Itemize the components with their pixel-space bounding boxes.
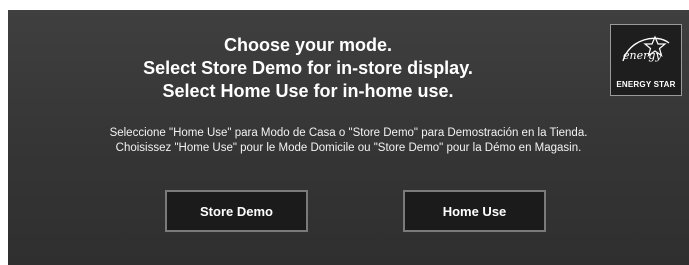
headline-line-1: Choose your mode. — [223, 35, 393, 55]
headline-line-3: Select Home Use for in-home use. — [162, 81, 454, 101]
energy-star-logo: energy ENERGY STAR — [610, 24, 682, 96]
instructions: Seleccione "Home Use" para Modo de Casa … — [8, 126, 689, 156]
headline-line-2: Select Store Demo for in-store display. — [143, 58, 473, 78]
home-use-button-label: Home Use — [442, 203, 507, 219]
mode-selection-screen: Choose your mode. Select Store Demo for … — [8, 10, 689, 265]
instructions-spanish: Seleccione "Home Use" para Modo de Casa … — [109, 127, 588, 139]
store-demo-button[interactable]: Store Demo — [165, 190, 308, 232]
headline: Choose your mode. Select Store Demo for … — [8, 34, 608, 103]
energy-script-text: energy — [623, 49, 662, 62]
home-use-button[interactable]: Home Use — [403, 190, 546, 232]
energy-star-label: ENERGY STAR — [616, 80, 676, 89]
store-demo-button-label: Store Demo — [200, 203, 273, 219]
instructions-french: Choisissez "Home Use" pour le Mode Domic… — [115, 142, 582, 154]
energy-star-icon: energy — [622, 35, 670, 62]
